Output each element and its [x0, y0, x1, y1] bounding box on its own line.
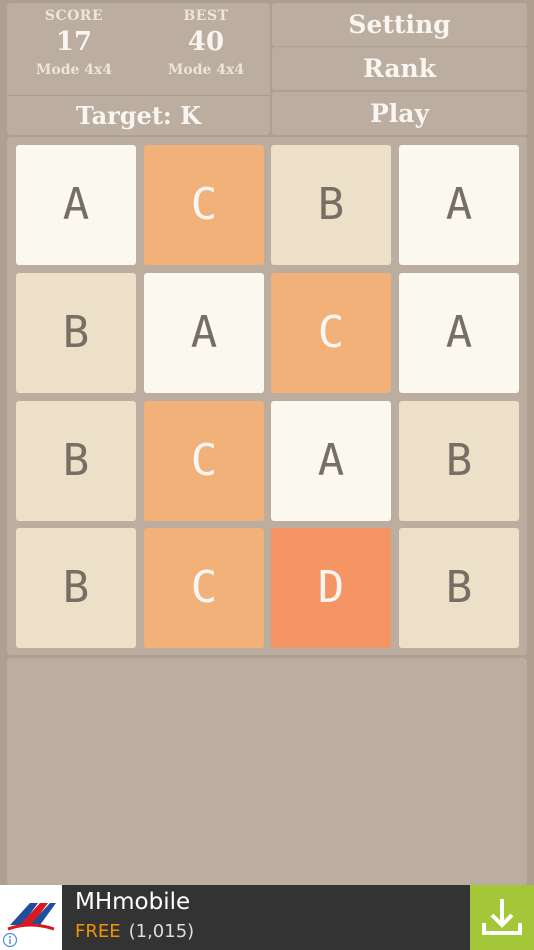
best-box: BEST 40 Mode 4x4	[141, 7, 271, 81]
tile: A	[399, 145, 519, 265]
ad-subtitle: FREE (1,015)	[75, 921, 194, 942]
best-label: BEST	[183, 8, 229, 24]
tile: C	[144, 528, 264, 648]
tile: A	[144, 273, 264, 393]
score-box: SCORE 17 Mode 4x4	[9, 7, 139, 81]
game-screen: SCORE 17 Mode 4x4 BEST 40 Mode 4x4 Targe…	[0, 0, 534, 950]
score-label: SCORE	[44, 8, 104, 24]
tile: A	[271, 401, 391, 521]
best-value: 40	[187, 27, 225, 57]
info-icon[interactable]	[2, 932, 18, 948]
tile: C	[144, 401, 264, 521]
tile: C	[144, 145, 264, 265]
play-button[interactable]: Play	[272, 92, 527, 135]
tile: B	[16, 528, 136, 648]
tile: B	[399, 528, 519, 648]
download-button[interactable]	[470, 885, 534, 950]
score-panel: SCORE 17 Mode 4x4 BEST 40 Mode 4x4 Targe…	[7, 3, 270, 135]
tile: B	[271, 145, 391, 265]
score-mode: Mode 4x4	[35, 62, 113, 78]
best-mode: Mode 4x4	[167, 62, 245, 78]
tile: B	[16, 273, 136, 393]
score-value: 17	[55, 27, 93, 57]
setting-button[interactable]: Setting	[272, 3, 527, 46]
target-label: Target: K	[7, 95, 270, 136]
tile: B	[399, 401, 519, 521]
tile: A	[16, 145, 136, 265]
download-icon	[482, 899, 522, 935]
empty-area	[7, 658, 527, 885]
ad-banner[interactable]: MHmobile FREE (1,015)	[0, 885, 534, 950]
tile: A	[399, 273, 519, 393]
game-board[interactable]: ACBABACABCABBCDB	[7, 137, 527, 655]
ad-price: FREE	[75, 921, 121, 942]
rank-button[interactable]: Rank	[272, 47, 527, 90]
tile: D	[271, 528, 391, 648]
tile: B	[16, 401, 136, 521]
ad-rating: (1,015)	[128, 921, 195, 942]
tile: C	[271, 273, 391, 393]
ad-title[interactable]: MHmobile	[75, 889, 190, 915]
